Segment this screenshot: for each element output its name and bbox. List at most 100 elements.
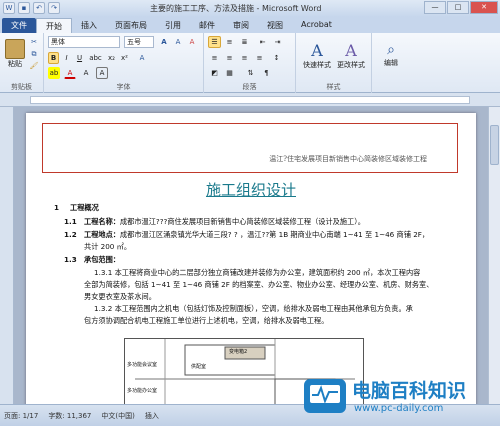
cut-icon[interactable]: ✂ — [28, 37, 40, 47]
clear-format-icon[interactable]: A — [186, 36, 198, 48]
decrease-indent-icon[interactable]: ⇤ — [256, 36, 269, 48]
para-1-3-2-cont: 包方须协调配合机电工程施工单位进行上述机电，空调，给排水及弱电工程。 — [84, 316, 329, 325]
numbering-icon[interactable]: ≡ — [223, 36, 236, 48]
item-1-2-number: 1.2 — [64, 230, 77, 239]
watermark-url: www.pc-daily.com — [354, 403, 444, 414]
minimize-button[interactable]: — — [424, 1, 446, 14]
undo-icon[interactable]: ↶ — [33, 2, 45, 14]
page-count[interactable]: 页面: 1/17 — [4, 411, 38, 421]
header-text: 温江?住宅发展项目新销售中心简装修区域装修工程 — [269, 155, 427, 163]
change-styles-button[interactable]: A 更改样式 — [334, 35, 368, 75]
tab-references[interactable]: 引用 — [156, 18, 190, 33]
char-border-icon[interactable]: A — [96, 67, 108, 79]
tab-acrobat[interactable]: Acrobat — [292, 18, 341, 33]
copy-icon[interactable]: ⧉ — [28, 49, 40, 59]
tab-insert[interactable]: 插入 — [72, 18, 106, 33]
document-page[interactable]: 温江?住宅发展项目新销售中心简装修区域装修工程 施工组织设计 1 工程概况 1.… — [26, 113, 476, 404]
italic-button[interactable]: I — [61, 52, 72, 64]
section-1-number: 1 — [54, 203, 60, 212]
edit-group: ⌕ 编辑 — [372, 33, 412, 93]
justify-icon[interactable]: ≡ — [253, 52, 266, 64]
redo-icon[interactable]: ↷ — [48, 2, 60, 14]
title-bar: W ▪ ↶ ↷ 主要的施工工序、方法及措施 - Microsoft Word —… — [0, 0, 500, 17]
plan-label-3: 供配室 — [191, 364, 207, 370]
align-left-icon[interactable]: ≡ — [208, 52, 221, 64]
binoculars-icon: ⌕ — [387, 42, 395, 58]
multilevel-list-icon[interactable]: ≣ — [238, 36, 251, 48]
item-1-1-number: 1.1 — [64, 217, 77, 226]
ruler-scale — [30, 96, 470, 104]
paragraph-group: ☰ ≡ ≣ ⇤ ⇥ ≡ ≡ ≡ ≡ ↕ ◩ ▦ ⇅ ¶ 段落 — [204, 33, 296, 93]
borders-icon[interactable]: ▦ — [223, 67, 236, 79]
word-count[interactable]: 字数: 11,367 — [48, 411, 91, 421]
quick-styles-icon: A — [311, 40, 323, 60]
document-area: 温江?住宅发展项目新销售中心简装修区域装修工程 施工组织设计 1 工程概况 1.… — [14, 107, 488, 404]
show-marks-icon[interactable]: ¶ — [260, 67, 273, 79]
window-title: 主要的施工工序、方法及措施 - Microsoft Word — [150, 4, 322, 13]
save-icon[interactable]: ▪ — [18, 2, 30, 14]
shrink-font-icon[interactable]: A — [172, 36, 184, 48]
shading-icon[interactable]: ◩ — [208, 67, 221, 79]
subscript-button[interactable]: x₂ — [106, 52, 117, 64]
highlight-icon[interactable]: ab — [48, 67, 60, 79]
line-spacing-icon[interactable]: ↕ — [270, 52, 283, 64]
sort-icon[interactable]: ⇅ — [244, 67, 257, 79]
vertical-ruler[interactable] — [0, 107, 14, 404]
tab-review[interactable]: 审阅 — [224, 18, 258, 33]
format-painter-icon[interactable]: 🖌 — [28, 61, 40, 71]
paste-button[interactable]: 粘贴 — [4, 36, 26, 72]
document-title: 施工组织设计 — [205, 181, 296, 199]
word-logo-icon[interactable]: W — [3, 2, 15, 14]
plan-label-1: 多功能会议室 — [127, 362, 158, 368]
bullets-icon[interactable]: ☰ — [208, 36, 221, 48]
clipboard-icon — [5, 39, 25, 59]
window-controls: — □ ✕ — [424, 1, 498, 14]
tab-home[interactable]: 开始 — [36, 18, 72, 33]
watermark-logo: 电脑百科知识 www.pc-daily.com — [302, 375, 488, 421]
language-indicator[interactable]: 中文(中国) — [101, 411, 134, 421]
tab-view[interactable]: 视图 — [258, 18, 292, 33]
superscript-button[interactable]: x² — [119, 52, 130, 64]
item-1-2-cont: 共计 200 ㎡。 — [84, 242, 132, 251]
tab-mailings[interactable]: 邮件 — [190, 18, 224, 33]
plan-label-4: 多功能办公室 — [127, 388, 158, 394]
quick-access-toolbar: W ▪ ↶ ↷ — [3, 2, 60, 14]
char-shading-icon[interactable]: A — [80, 67, 92, 79]
ribbon: 粘贴 ✂ ⧉ 🖌 剪贴板 黑体 五号 A A A B I U abc x₂ x²… — [0, 33, 500, 93]
horizontal-ruler[interactable] — [0, 93, 500, 107]
plan-label-2: 变电箱2 — [229, 349, 248, 355]
align-right-icon[interactable]: ≡ — [238, 52, 251, 64]
page-header[interactable]: 温江?住宅发展项目新销售中心简装修区域装修工程 — [42, 123, 458, 173]
para-1-3-1-cont2: 男女更衣室及茶水间。 — [84, 292, 156, 301]
scroll-thumb[interactable] — [490, 125, 499, 165]
item-1-2: 工程地点：成都市温江区涌泉镇光华大道三段? ? ，温江??第 1B 期商业中心南… — [84, 230, 430, 239]
ribbon-tabs: 文件 开始 插入 页面布局 引用 邮件 审阅 视图 Acrobat — [0, 17, 500, 33]
tab-file[interactable]: 文件 — [2, 18, 36, 33]
font-color-icon[interactable]: A — [64, 67, 76, 79]
section-1-title: 工程概况 — [70, 203, 99, 212]
font-group: 黑体 五号 A A A B I U abc x₂ x² A ab A A A 字… — [44, 33, 204, 93]
close-button[interactable]: ✕ — [470, 1, 498, 14]
watermark-title: 电脑百科知识 — [352, 380, 467, 402]
insert-mode[interactable]: 插入 — [145, 411, 159, 421]
styles-group: A 快速样式 A 更改样式 样式 — [296, 33, 372, 93]
vertical-scrollbar[interactable] — [488, 107, 500, 404]
bold-button[interactable]: B — [48, 52, 59, 64]
align-center-icon[interactable]: ≡ — [223, 52, 236, 64]
text-effects-icon[interactable]: A — [136, 52, 148, 64]
strikethrough-button[interactable]: abc — [89, 52, 102, 64]
maximize-button[interactable]: □ — [447, 1, 469, 14]
item-1-3-label: 承包范围： — [84, 255, 120, 264]
font-name-select[interactable]: 黑体 — [48, 36, 120, 48]
quick-styles-button[interactable]: A 快速样式 — [300, 35, 334, 75]
font-size-select[interactable]: 五号 — [124, 36, 154, 48]
underline-button[interactable]: U — [74, 52, 85, 64]
increase-indent-icon[interactable]: ⇥ — [271, 36, 284, 48]
item-1-3-number: 1.3 — [64, 255, 77, 264]
grow-font-icon[interactable]: A — [158, 36, 170, 48]
clipboard-group: 粘贴 ✂ ⧉ 🖌 剪贴板 — [0, 33, 44, 93]
item-1-1: 工程名称：成都市温江???商住发展项目新销售中心简装修区域装修工程（设计及施工）… — [84, 217, 365, 226]
tab-page-layout[interactable]: 页面布局 — [106, 18, 156, 33]
para-1-3-2: 1.3.2 本工程范围内之机电（包括灯饰及控制面板），空调，给排水及弱电工程由其… — [94, 304, 413, 313]
edit-button[interactable]: ⌕ 编辑 — [376, 35, 406, 75]
